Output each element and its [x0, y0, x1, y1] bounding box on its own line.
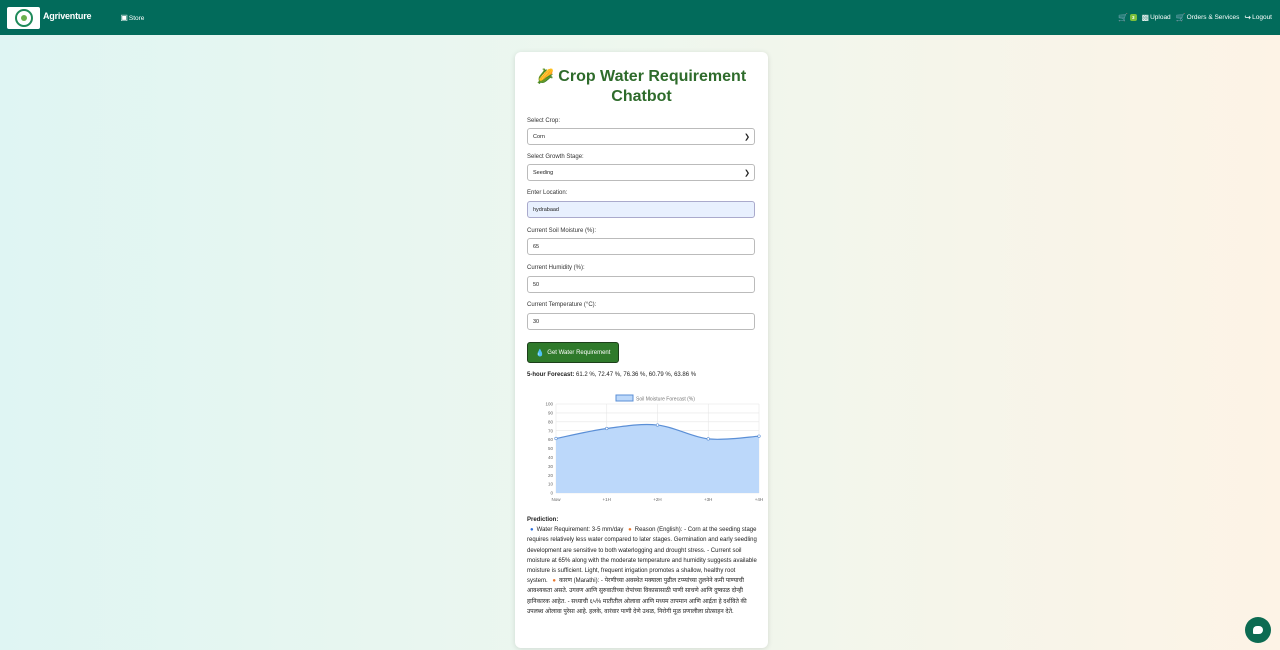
chat-button[interactable] — [1245, 617, 1271, 643]
y-tick-label: 10 — [548, 482, 554, 487]
reason-marathi-text: कारण (Marathi): - पेरणीच्या अवस्थेत मक्य… — [527, 578, 747, 615]
stage-select[interactable]: Seeding ❯ — [527, 164, 755, 181]
y-tick-label: 70 — [548, 428, 554, 433]
crop-select[interactable]: Corn ❯ — [527, 128, 755, 145]
temperature-label: Current Temperature (°C): — [527, 302, 597, 308]
chevron-down-icon: ❯ — [744, 134, 750, 141]
nav-upload-link[interactable]: ▩ Upload — [1141, 12, 1171, 22]
cart-count-badge: 3 — [1130, 14, 1137, 21]
logout-icon: ↪ — [1244, 12, 1252, 22]
moisture-label: Current Soil Moisture (%): — [527, 228, 597, 234]
prediction-heading: Prediction: — [527, 517, 559, 523]
x-tick-label: Now — [551, 497, 561, 502]
forecast-text: 5-hour Forecast: 61.2 %, 72.47 %, 76.36 … — [527, 372, 696, 378]
corn-icon: 🌽 — [536, 68, 555, 84]
upload-icon: ▩ — [1141, 12, 1150, 22]
bullet-icon: ● — [530, 527, 534, 534]
bullet-icon: ● — [552, 578, 556, 585]
x-tick-label: +3H — [704, 497, 712, 502]
data-point — [554, 436, 558, 441]
series-area — [556, 424, 759, 493]
brand-name: Agriventure — [43, 10, 92, 21]
stage-label: Select Growth Stage: — [527, 154, 584, 160]
y-tick-label: 90 — [548, 411, 554, 416]
forecast-chart: Soil Moisture Forecast (%) 0 10 20 30 40 50 60 7… — [519, 392, 764, 507]
forecast-label: 5-hour Forecast: — [527, 372, 575, 378]
nav-orders-label: Orders & Services — [1186, 14, 1240, 21]
humidity-input[interactable]: 50 — [527, 276, 755, 293]
nav-upload-label: Upload — [1150, 14, 1171, 21]
x-tick-label: +4H — [755, 497, 763, 502]
crop-label: Select Crop: — [527, 118, 561, 124]
moisture-input[interactable]: 65 — [527, 238, 755, 255]
store-icon: ▣ — [120, 13, 128, 22]
bullet-icon: ● — [628, 527, 632, 534]
data-point — [706, 437, 710, 441]
nav-orders-link[interactable]: 🛒 Orders & Services — [1175, 12, 1240, 22]
cart-icon: 🛒 — [1118, 12, 1128, 22]
brand-logo — [7, 6, 40, 29]
legend-swatch — [615, 394, 634, 402]
stage-select-value: Seeding — [533, 169, 554, 176]
temperature-input[interactable]: 30 — [527, 313, 755, 330]
nav-store-link[interactable]: ▣ Store — [120, 14, 144, 22]
x-tick-label: +1H — [603, 497, 611, 502]
y-tick-label: 30 — [548, 464, 554, 469]
water-requirement-text: Water Requirement: 3-5 mm/day — [536, 527, 624, 534]
chat-bubble-icon — [1253, 626, 1263, 634]
forecast-chart-svg: Soil Moisture Forecast (%) 0 10 20 30 40 50 60 7… — [545, 394, 763, 502]
nav-store-label: Store — [128, 14, 145, 22]
y-tick-label: 40 — [548, 455, 554, 460]
data-point — [605, 426, 609, 431]
get-water-requirement-button[interactable]: 💧 Get Water Requirement — [527, 342, 619, 363]
chatbot-card: 🌽 Crop Water Requirement Chatbot Select C… — [515, 52, 768, 648]
reason-english-text: Reason (English): - Corn at the seeding … — [527, 527, 757, 585]
y-tick-label: 50 — [548, 446, 554, 451]
brand[interactable]: Agriventure — [7, 6, 92, 29]
location-input[interactable]: hydrabaad — [527, 201, 755, 218]
y-tick-label: 20 — [548, 473, 554, 478]
data-point — [655, 423, 660, 427]
chevron-down-icon: ❯ — [744, 170, 750, 177]
crop-select-value: Corn — [533, 133, 545, 140]
humidity-label: Current Humidity (%): — [527, 265, 585, 271]
legend-label: Soil Moisture Forecast (%) — [636, 397, 695, 403]
data-point — [757, 434, 761, 438]
nav-cart-link[interactable]: 🛒 3 — [1118, 12, 1137, 22]
y-tick-label: 80 — [548, 419, 554, 424]
y-tick-label: 60 — [548, 437, 554, 442]
page-title: 🌽 Crop Water Requirement Chatbot — [536, 68, 747, 105]
top-navbar: Agriventure ▣ Store 🛒 3 ▩ Upload 🛒 Order… — [0, 0, 1280, 35]
x-tick-label: +2H — [653, 497, 661, 502]
y-tick-label: 0 — [550, 491, 553, 496]
nav-logout-label: Logout — [1252, 14, 1272, 21]
button-label: Get Water Requirement — [547, 349, 611, 356]
prediction-block: Prediction: ● Water Requirement: 3-5 mm/d… — [527, 515, 757, 617]
cart-icon: 🛒 — [1175, 12, 1186, 22]
location-label: Enter Location: — [527, 190, 568, 196]
nav-logout-link[interactable]: ↪ Logout — [1244, 12, 1272, 22]
water-drop-icon: 💧 — [535, 349, 545, 357]
forecast-values: 61.2 %, 72.47 %, 76.36 %, 60.79 %, 63.86… — [576, 372, 697, 378]
y-tick-label: 100 — [545, 402, 553, 407]
